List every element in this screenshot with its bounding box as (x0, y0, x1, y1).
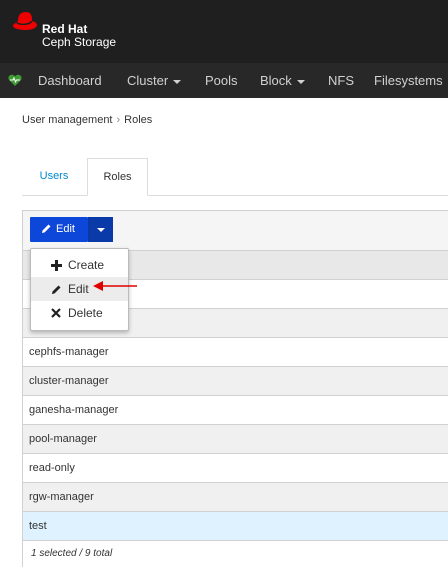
heartbeat-icon (8, 74, 22, 86)
breadcrumb-current: Roles (124, 114, 153, 126)
nav-nfs[interactable]: NFS (328, 63, 354, 98)
edit-button[interactable]: Edit (30, 217, 88, 242)
chevron-down-icon (173, 79, 182, 84)
table-row[interactable]: cluster-manager (23, 367, 448, 396)
pencil-icon (52, 285, 61, 294)
nav-cluster-label: Cluster (127, 73, 169, 88)
role-name: test (29, 520, 47, 532)
table-row[interactable]: read-only (23, 454, 448, 483)
tab-users[interactable]: Users (22, 158, 86, 196)
role-name: pool-manager (29, 433, 97, 445)
brand-name: Red Hat (42, 22, 88, 36)
table-row[interactable]: rgw-manager (23, 483, 448, 512)
pencil-icon (42, 224, 51, 233)
menu-item-label: Create (68, 258, 105, 272)
role-name: cluster-manager (29, 375, 109, 387)
breadcrumb: User management › Roles (22, 114, 152, 126)
chevron-down-icon (97, 228, 105, 232)
nav-pools[interactable]: Pools (205, 63, 238, 98)
nav-block-label: Block (260, 73, 292, 88)
redhat-logo-icon (13, 12, 37, 30)
annotation-arrow-icon (93, 281, 137, 291)
nav-block[interactable]: Block (260, 63, 305, 98)
menu-item-delete[interactable]: Delete (31, 301, 128, 325)
breadcrumb-separator: › (116, 114, 121, 126)
edit-dropdown-toggle[interactable] (88, 217, 113, 242)
times-icon (51, 308, 61, 318)
role-name: rgw-manager (29, 491, 94, 503)
role-name: cephfs-manager (29, 346, 109, 358)
role-name: read-only (29, 462, 75, 474)
table-toolbar: Edit (23, 211, 448, 251)
nav-dashboard[interactable]: Dashboard (38, 63, 102, 98)
role-name: ganesha-manager (29, 404, 119, 416)
table-row[interactable]: pool-manager (23, 425, 448, 454)
nav-filesystems[interactable]: Filesystems (374, 63, 443, 98)
menu-item-label: Delete (68, 306, 103, 320)
table-footer: 1 selected / 9 total (23, 541, 448, 567)
main-navbar: Dashboard Cluster Pools Block NFS Filesy… (0, 63, 448, 98)
nav-cluster[interactable]: Cluster (127, 63, 182, 98)
menu-item-create[interactable]: Create (31, 253, 128, 277)
tab-roles[interactable]: Roles (87, 158, 148, 196)
table-row[interactable]: cephfs-manager (23, 338, 448, 367)
edit-button-label: Edit (56, 223, 75, 235)
table-row-selected[interactable]: test (23, 512, 448, 541)
masthead: Red Hat Ceph Storage (0, 0, 448, 63)
breadcrumb-parent[interactable]: User management (22, 114, 113, 126)
menu-item-label: Edit (68, 282, 89, 296)
product-name: Ceph Storage (42, 35, 117, 49)
table-row[interactable]: ganesha-manager (23, 396, 448, 425)
chevron-down-icon (296, 79, 305, 84)
plus-icon (51, 260, 62, 271)
